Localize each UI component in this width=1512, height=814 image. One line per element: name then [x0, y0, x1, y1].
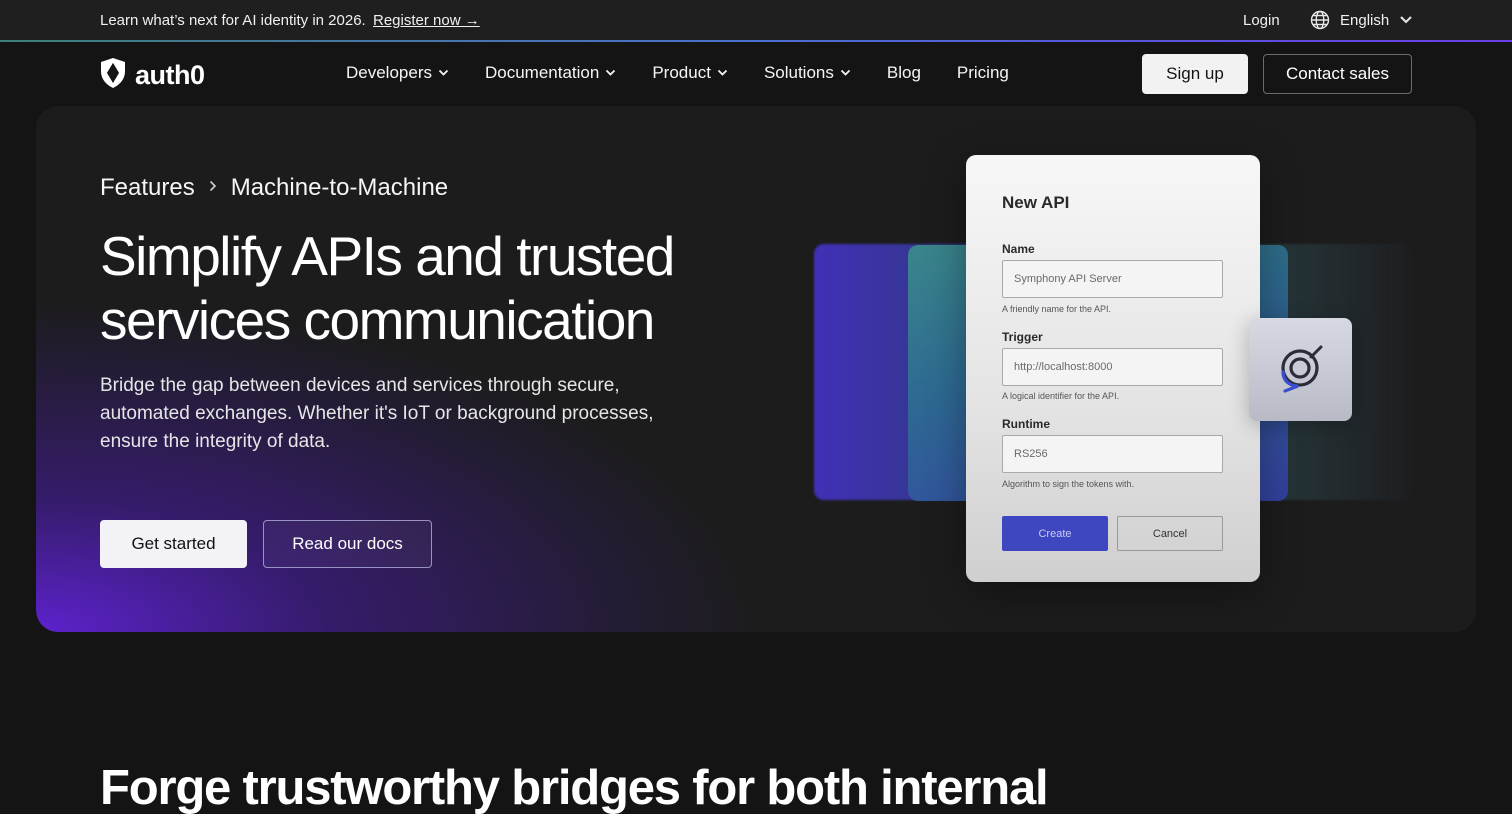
auth0-logo[interactable]: auth0	[99, 57, 205, 94]
chevron-down-icon	[1399, 15, 1413, 25]
runtime-hint: Algorithm to sign the tokens with.	[1002, 479, 1135, 489]
nav-menu: Developers Documentation Product Solutio…	[346, 63, 1045, 83]
create-button: Create	[1002, 516, 1108, 551]
sign-up-button[interactable]: Sign up	[1142, 54, 1248, 94]
contact-sales-button[interactable]: Contact sales	[1263, 54, 1412, 94]
runtime-label: Runtime	[1002, 417, 1050, 431]
section-title: Forge trustworthy bridges for both inter…	[100, 761, 1049, 814]
nav-item-product[interactable]: Product	[652, 63, 728, 83]
language-label: English	[1340, 11, 1390, 29]
runtime-input	[1002, 435, 1223, 473]
nav-item-label: Product	[652, 63, 711, 82]
chevron-down-icon	[717, 69, 728, 77]
globe-icon	[1310, 10, 1330, 30]
nav-item-developers[interactable]: Developers	[346, 63, 449, 83]
nav-item-label: Documentation	[485, 63, 600, 82]
target-icon	[1273, 339, 1329, 400]
name-hint: A friendly name for the API.	[1002, 304, 1112, 314]
chevron-down-icon	[840, 69, 851, 77]
logo-text: auth0	[135, 60, 205, 90]
trigger-input	[1002, 348, 1223, 386]
nav-item-solutions[interactable]: Solutions	[764, 63, 851, 83]
new-api-card: New API Name A friendly name for the API…	[966, 155, 1260, 582]
get-started-button[interactable]: Get started	[100, 520, 247, 568]
nav-item-documentation[interactable]: Documentation	[485, 63, 616, 83]
nav-item-pricing[interactable]: Pricing	[957, 63, 1009, 83]
read-docs-button[interactable]: Read our docs	[263, 520, 432, 568]
cancel-button: Cancel	[1117, 516, 1223, 551]
new-api-title: New API	[1002, 193, 1070, 212]
trigger-label: Trigger	[1002, 330, 1043, 344]
shield-icon	[99, 57, 127, 94]
main-nav: auth0 Developers Documentation Product S…	[0, 42, 1512, 106]
language-selector[interactable]: English	[1310, 9, 1413, 31]
nav-item-label: Solutions	[763, 63, 834, 82]
announcement-text: Learn what’s next for AI identity in 202…	[100, 12, 366, 29]
breadcrumb: Features Machine-to-Machine	[100, 174, 448, 202]
nav-item-label: Blog	[886, 63, 921, 82]
chevron-down-icon	[438, 69, 449, 77]
breadcrumb-features[interactable]: Features	[100, 174, 195, 202]
name-label: Name	[1002, 242, 1035, 256]
chevron-right-icon	[209, 179, 217, 197]
name-input	[1002, 260, 1223, 298]
announcement-bar: Learn what’s next for AI identity in 202…	[0, 0, 1512, 42]
breadcrumb-current: Machine-to-Machine	[230, 174, 449, 201]
register-now-link[interactable]: Register now →	[373, 12, 480, 29]
chevron-down-icon	[605, 69, 616, 77]
trigger-hint: A logical identifier for the API.	[1002, 391, 1120, 401]
target-badge	[1249, 318, 1352, 421]
hero-description: Bridge the gap between devices and servi…	[100, 375, 654, 452]
nav-item-label: Pricing	[956, 63, 1009, 82]
page-title: Simplify APIs and trusted services commu…	[100, 225, 675, 351]
login-link[interactable]: Login	[1243, 12, 1280, 29]
hero-section: Features Machine-to-Machine Simplify API…	[36, 106, 1476, 632]
nav-item-label: Developers	[346, 63, 432, 82]
nav-item-blog[interactable]: Blog	[887, 63, 921, 83]
